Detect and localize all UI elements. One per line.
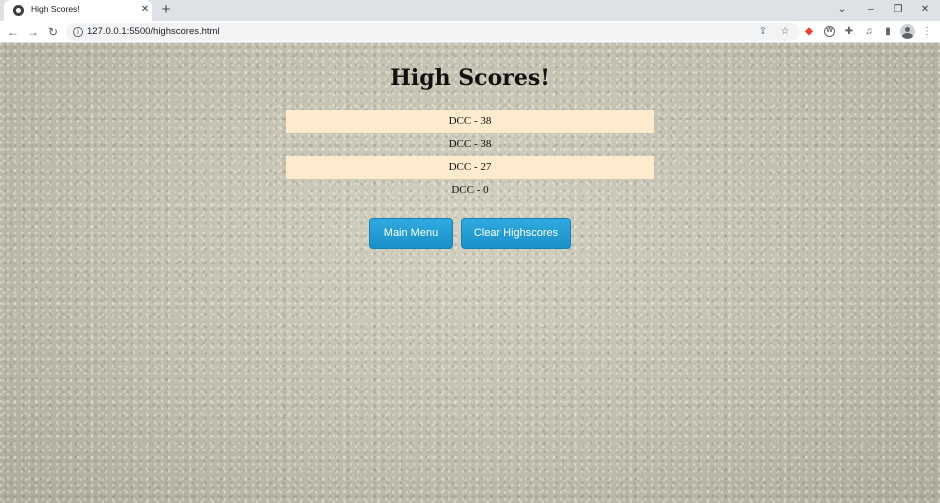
wordpress-extension-icon[interactable]: W [824, 26, 835, 37]
tab-search-icon[interactable]: ⌄ [832, 1, 852, 19]
tab-close-icon[interactable]: ✕ [138, 3, 152, 17]
extensions-puzzle-icon[interactable]: ✚ [841, 24, 857, 40]
back-icon[interactable]: ← [5, 24, 21, 40]
highscore-list: DCC - 38 DCC - 38 DCC - 27 DCC - 0 [286, 110, 654, 202]
forward-icon[interactable]: → [25, 24, 41, 40]
score-row: DCC - 0 [451, 184, 489, 196]
clear-highscores-button[interactable]: Clear Highscores [461, 218, 571, 249]
browser-toolbar: ← → ↻ i 127.0.0.1:5500/highscores.html ⇪… [0, 21, 940, 43]
new-tab-button[interactable]: + [158, 2, 174, 18]
tab-high-scores[interactable]: High Scores! ✕ [4, 0, 152, 21]
address-bar[interactable]: i 127.0.0.1:5500/highscores.html ⇪ ☆ [66, 23, 800, 41]
reload-icon[interactable]: ↻ [45, 24, 61, 40]
url-text[interactable]: 127.0.0.1:5500/highscores.html [87, 26, 220, 37]
restore-button[interactable]: ❐ [888, 1, 908, 19]
minimize-button[interactable]: – [861, 1, 881, 19]
tab-strip: High Scores! ✕ + ⌄ – ❐ ✕ [0, 0, 940, 21]
score-row: DCC - 27 [286, 156, 654, 179]
site-info-icon[interactable]: i [73, 27, 83, 37]
page-title: High Scores! [390, 65, 550, 91]
score-row: DCC - 38 [448, 138, 492, 150]
globe-icon [13, 5, 24, 16]
tab-title: High Scores! [31, 4, 80, 14]
profile-avatar-icon[interactable] [900, 24, 915, 39]
score-row: DCC - 38 [286, 110, 654, 133]
main-menu-button[interactable]: Main Menu [369, 218, 453, 249]
close-window-button[interactable]: ✕ [915, 1, 935, 19]
share-icon[interactable]: ⇪ [756, 25, 770, 39]
bookmark-star-icon[interactable]: ☆ [778, 25, 792, 39]
extension-red-icon[interactable]: ◆ [801, 24, 817, 40]
page-viewport: High Scores! DCC - 38 DCC - 38 DCC - 27 … [0, 43, 940, 503]
media-control-icon[interactable]: ♫ [861, 24, 877, 40]
side-panel-icon[interactable]: ▮ [880, 24, 896, 40]
browser-menu-icon[interactable]: ⋮ [919, 24, 935, 40]
